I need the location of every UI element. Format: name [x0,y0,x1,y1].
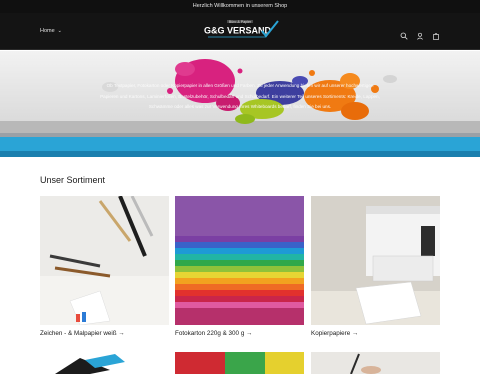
cart-icon[interactable] [432,27,440,40]
collection-card-zeichenpapier[interactable]: Zeichen - & Malpapier weiß → [40,196,169,337]
section-title: Unser Sortiment [40,175,106,185]
hero-banner: Ob Textpapier, Fotokarton oder Kopierpap… [0,51,480,157]
collection-card-row2-2[interactable] [175,352,304,374]
collection-label-kopierpapiere[interactable]: Kopierpapiere → [311,330,440,337]
brand-logo[interactable]: Büro & Papier G&G VERSAND [200,17,280,45]
nav-home-menu[interactable]: Home ⌄ [40,28,62,34]
collection-image-zeichenpapier[interactable] [40,196,169,325]
logo-tagline: Büro & Papier [229,20,252,24]
chevron-down-icon: ⌄ [57,28,62,34]
announcement-bar: Herzlich Willkommen in unserem Shop [0,0,480,13]
logo-brand: G&G VERSAND [204,26,272,36]
nav-home-label: Home [40,28,55,34]
search-icon[interactable] [400,27,408,40]
collection-label-zeichenpapier[interactable]: Zeichen - & Malpapier weiß → [40,330,169,337]
collection-card-row2-1[interactable] [40,352,169,374]
account-icon[interactable] [416,27,424,40]
collection-image-fotokarton[interactable] [175,196,304,325]
collection-image-kopierpapiere[interactable] [311,196,440,325]
collection-label-fotokarton[interactable]: Fotokarton 220g & 300 g → [175,330,304,337]
hero-description: Ob Textpapier, Fotokarton oder Kopierpap… [100,83,380,109]
collection-card-kopierpapiere[interactable]: Kopierpapiere → [311,196,440,337]
collection-card-row2-3[interactable] [311,352,440,374]
collection-card-fotokarton[interactable]: Fotokarton 220g & 300 g → [175,196,304,337]
site-header: Home ⌄ Büro & Papier G&G VERSAND [0,13,480,50]
